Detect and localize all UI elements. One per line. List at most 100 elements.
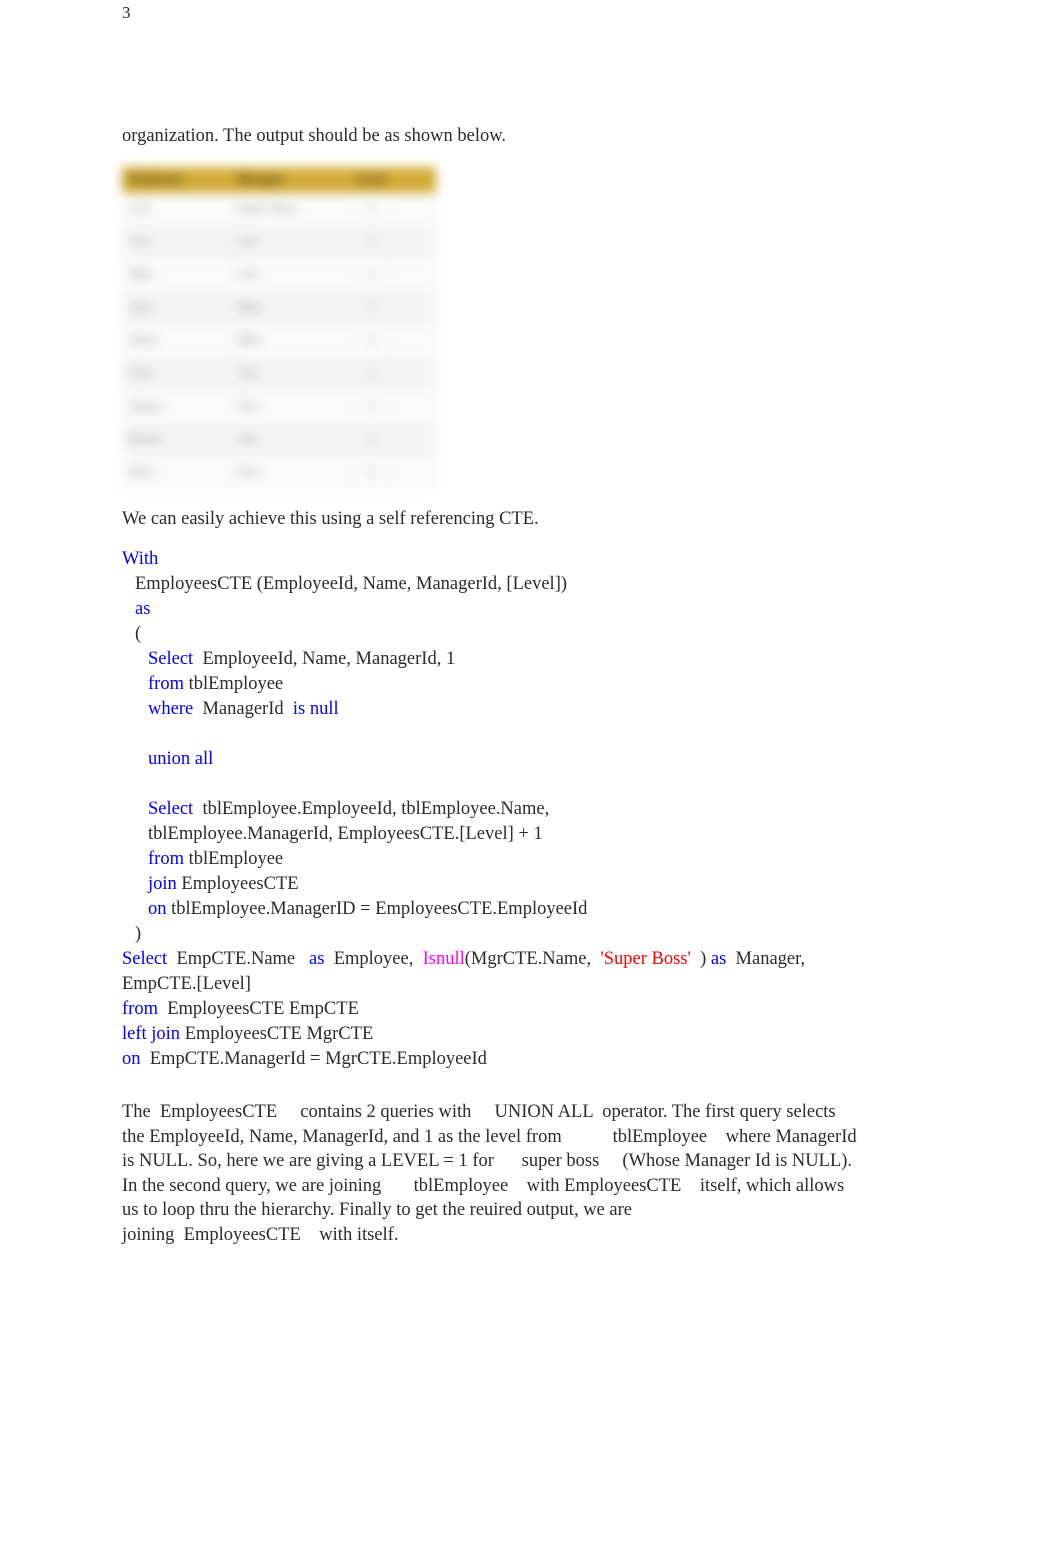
sql-text: ManagerId (193, 699, 293, 719)
table-cell: Mike (122, 258, 231, 292)
sql-keyword: from (148, 674, 184, 694)
sql-text: EmployeesCTE MgrCTE (180, 1024, 374, 1044)
lead-in-paragraph: We can easily achieve this using a self … (122, 509, 539, 529)
sql-line: on tblEmployee.ManagerID = EmployeesCTE.… (122, 897, 932, 922)
table-body: Luis Super Boss 1 Tom Luis 2 Mike Luis 2 John Mike… (122, 192, 436, 490)
sql-keyword: on (148, 899, 167, 919)
table-cell: John (122, 291, 231, 325)
table-cell: 3 (352, 291, 391, 325)
sql-text: tblEmployee.ManagerId, EmployeesCTE.[Lev… (148, 824, 543, 844)
sql-line: tblEmployee.ManagerId, EmployeesCTE.[Lev… (122, 822, 932, 847)
table-header-blank[interactable] (390, 167, 436, 193)
table-cell (390, 291, 436, 325)
sql-text: EmployeesCTE (EmployeeId, Name, ManagerI… (135, 574, 568, 594)
table-cell: 2 (352, 225, 391, 259)
sql-text: EmpCTE.ManagerId = MgrCTE.EmployeeId (140, 1049, 487, 1069)
sql-line: EmpCTE.[Level] (122, 972, 932, 997)
sql-text: EmpCTE.Name (167, 949, 310, 969)
sql-text: ) (135, 924, 142, 944)
table-header-manager[interactable]: Manager (230, 167, 353, 193)
sql-line: join EmployeesCTE (122, 872, 932, 897)
table-header-level[interactable]: Level (352, 167, 391, 193)
sql-line: Select tblEmployee.EmployeeId, tblEmploy… (122, 797, 932, 822)
sql-line: as (122, 597, 932, 622)
table-cell (390, 456, 436, 490)
sql-text: tblEmployee (183, 849, 284, 869)
sql-keyword: union all (148, 749, 214, 769)
sql-keyword: on (122, 1049, 141, 1069)
sql-line: on EmpCTE.ManagerId = MgrCTE.EmployeeId (122, 1047, 932, 1072)
sql-line: from tblEmployee (122, 672, 932, 697)
explanation-line: In the second query, we are joining tblE… (122, 1175, 845, 1196)
table-header-row: Employee Manager Level (122, 167, 436, 193)
sql-text: Employee, (324, 949, 423, 969)
sql-keyword: is null (292, 699, 339, 719)
sql-keyword: from (148, 849, 184, 869)
table-cell: 3 (352, 357, 391, 391)
table-cell (390, 225, 436, 259)
sql-keyword: With (122, 549, 159, 569)
explanation-line: the EmployeeId, Name, ManagerId, and 1 a… (122, 1126, 857, 1147)
query-output-table-blurred: Employee Manager Level Luis Super Boss 1 To… (122, 167, 442, 490)
sql-line: union all (122, 747, 932, 772)
table-row: Martin Tom 3 (122, 423, 436, 457)
intro-paragraph: organization. The output should be as sh… (122, 126, 506, 146)
sql-line: where ManagerId is null (122, 697, 932, 722)
page-number: 3 (122, 3, 131, 22)
table-row: James Tom 3 (122, 390, 436, 424)
table-cell: 4 (352, 456, 391, 490)
explanation-block: The EmployeesCTE contains 2 queries with… (122, 1100, 932, 1247)
sql-text: ( (135, 624, 142, 644)
table-cell: Luis (122, 192, 231, 226)
sql-text: tblEmployee.ManagerID = EmployeesCTE.Emp… (166, 899, 588, 919)
sql-text: (MgrCTE.Name, (464, 949, 601, 969)
explanation-line: us to loop thru the hierarchy. Finally t… (122, 1200, 632, 1220)
sql-keyword: as (135, 599, 151, 619)
table-cell: Tom (230, 390, 353, 424)
table-row: Tom Luis 2 (122, 225, 436, 259)
table-header-employee[interactable]: Employee (122, 167, 231, 193)
sql-keyword: join (148, 874, 177, 894)
sql-keyword: from (122, 999, 158, 1019)
table-cell (390, 192, 436, 226)
sql-line: left join EmployeesCTE MgrCTE (122, 1022, 932, 1047)
table-row: Mike Luis 2 (122, 258, 436, 292)
table-cell: Luis (230, 258, 353, 292)
table-cell: 2 (352, 258, 391, 292)
table-cell: Ram (122, 456, 231, 490)
table-cell (390, 423, 436, 457)
sql-line: from EmployeesCTE EmpCTE (122, 997, 932, 1022)
sql-function: Isnull (422, 949, 465, 969)
sql-line: from tblEmployee (122, 847, 932, 872)
sql-text: EmployeesCTE (176, 874, 299, 894)
table-row: John Mike 3 (122, 291, 436, 325)
table-cell (390, 324, 436, 358)
sql-line (122, 772, 932, 797)
table-cell (390, 390, 436, 424)
table-cell: 1 (352, 192, 391, 226)
sql-text: EmployeeId, Name, ManagerId, 1 (193, 649, 456, 669)
table-cell: Martin (122, 423, 231, 457)
table-cell: Super Boss (230, 192, 353, 226)
sql-code-block: With EmployeesCTE (EmployeeId, Name, Mana… (122, 547, 932, 1072)
document-body: organization. The output should be as sh… (122, 124, 932, 1247)
table-row: Luis Super Boss 1 (122, 192, 436, 226)
table-row: Ram Pam 4 (122, 456, 436, 490)
table-cell: Tom (230, 357, 353, 391)
sql-line (122, 722, 932, 747)
explanation-line: joining EmployeesCTE with itself. (122, 1224, 399, 1245)
table-row: Pam Tom 3 (122, 357, 436, 391)
table-cell (390, 357, 436, 391)
sql-keyword: Select (148, 799, 194, 819)
table-cell: James (122, 390, 231, 424)
sql-text: Manager, (726, 949, 806, 969)
sql-text: tblEmployee.EmployeeId, tblEmployee.Name… (193, 799, 550, 819)
table-cell: 3 (352, 423, 391, 457)
sql-string-literal: 'Super Boss' (600, 949, 691, 969)
table-cell: 3 (352, 324, 391, 358)
sql-keyword: where (148, 699, 194, 719)
sql-keyword: as (710, 949, 727, 969)
query-output-table: Employee Manager Level Luis Super Boss 1 To… (122, 167, 436, 490)
explanation-line: The EmployeesCTE contains 2 queries with… (122, 1102, 836, 1122)
table-cell: Steve (122, 324, 231, 358)
